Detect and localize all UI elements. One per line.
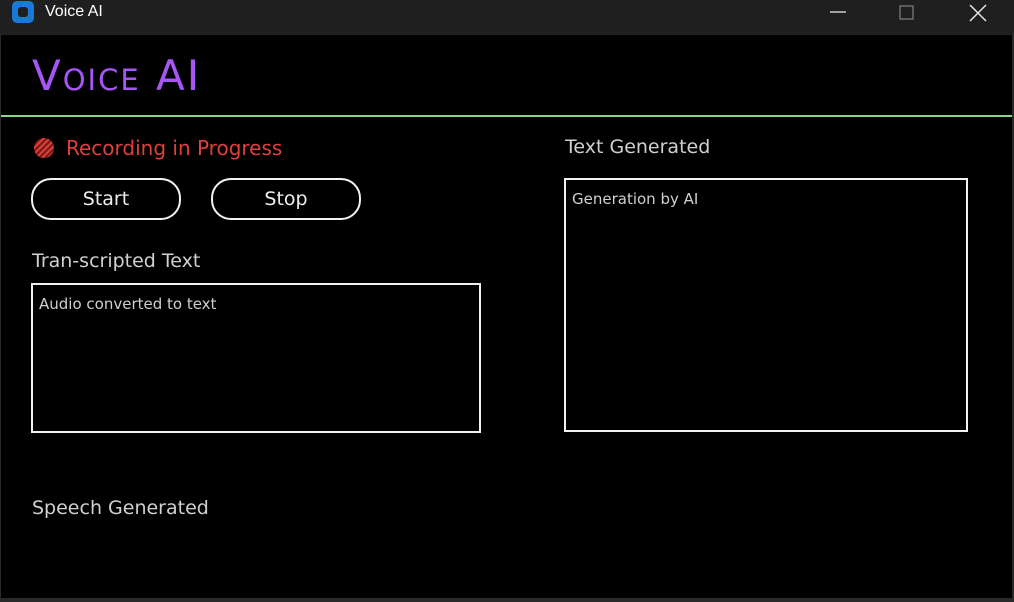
window-border-bottom	[0, 598, 1014, 602]
window-title: Voice AI	[45, 3, 103, 20]
close-icon	[969, 4, 987, 22]
close-button[interactable]	[955, 0, 1001, 28]
record-icon	[34, 138, 54, 158]
minimize-icon	[830, 11, 846, 13]
app-title: Voice AI	[32, 51, 202, 100]
transcription-label: Tran-scripted Text	[32, 250, 201, 272]
maximize-button[interactable]	[884, 0, 930, 28]
window-border-left	[0, 35, 1, 602]
maximize-icon	[899, 5, 914, 20]
start-button[interactable]: Start	[31, 178, 181, 220]
status-label: Recording in Progress	[66, 136, 283, 160]
generated-text-label: Text Generated	[565, 136, 711, 158]
app-header: Voice AI	[0, 35, 1014, 117]
generated-text-textbox[interactable]: Generation by AI	[564, 178, 968, 432]
transcription-textbox[interactable]: Audio converted to text	[31, 283, 481, 433]
window-titlebar: Voice AI	[0, 0, 1014, 35]
stop-button[interactable]: Stop	[211, 178, 361, 220]
speech-generated-label: Speech Generated	[32, 497, 209, 519]
minimize-button[interactable]	[815, 0, 861, 28]
app-icon	[12, 1, 34, 23]
